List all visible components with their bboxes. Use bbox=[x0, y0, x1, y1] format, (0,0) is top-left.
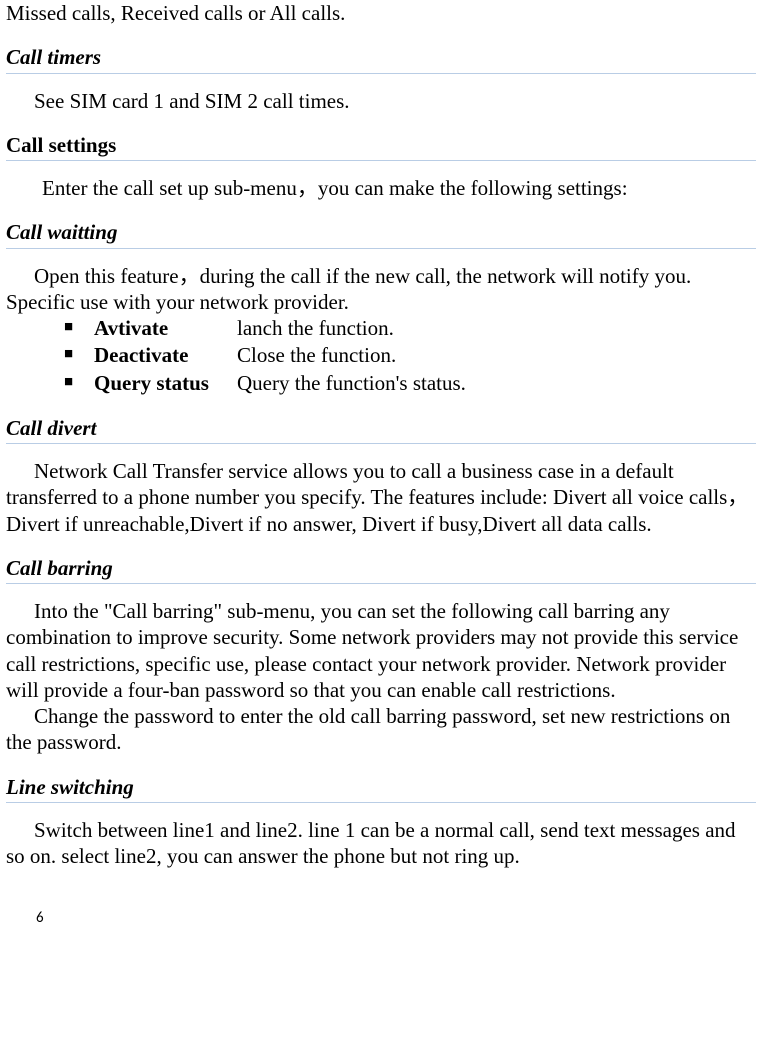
body-call-timers: See SIM card 1 and SIM 2 call times. bbox=[6, 88, 756, 114]
option-label: Deactivate bbox=[94, 342, 237, 369]
list-item: Deactivate Close the function. bbox=[64, 342, 756, 369]
intro-text: Missed calls, Received calls or All call… bbox=[6, 0, 756, 26]
body-call-divert: Network Call Transfer service allows you… bbox=[6, 458, 756, 537]
heading-call-timers: Call timers bbox=[6, 44, 756, 73]
page-number: 6 bbox=[36, 909, 756, 928]
body-line-switching: Switch between line1 and line2. line 1 c… bbox=[6, 817, 756, 870]
manual-page: Missed calls, Received calls or All call… bbox=[0, 0, 762, 958]
heading-call-settings: Call settings bbox=[6, 132, 756, 161]
option-desc: Query the function's status. bbox=[237, 370, 756, 397]
option-desc: Close the function. bbox=[237, 342, 756, 369]
list-item: Query status Query the function's status… bbox=[64, 370, 756, 397]
call-waitting-options: Avtivate lanch the function. Deactivate … bbox=[6, 315, 756, 397]
heading-call-divert: Call divert bbox=[6, 415, 756, 444]
body-call-barring-2: Change the password to enter the old cal… bbox=[6, 703, 756, 756]
option-label: Avtivate bbox=[94, 315, 237, 342]
heading-call-waitting: Call waitting bbox=[6, 219, 756, 248]
list-item: Avtivate lanch the function. bbox=[64, 315, 756, 342]
heading-call-barring: Call barring bbox=[6, 555, 756, 584]
body-call-settings: Enter the call set up sub-menu，you can m… bbox=[6, 175, 756, 201]
option-desc: lanch the function. bbox=[237, 315, 756, 342]
body-call-barring-1: Into the "Call barring" sub-menu, you ca… bbox=[6, 598, 756, 703]
option-label: Query status bbox=[94, 370, 237, 397]
body-call-waitting: Open this feature，during the call if the… bbox=[6, 263, 756, 316]
heading-line-switching: Line switching bbox=[6, 774, 756, 803]
